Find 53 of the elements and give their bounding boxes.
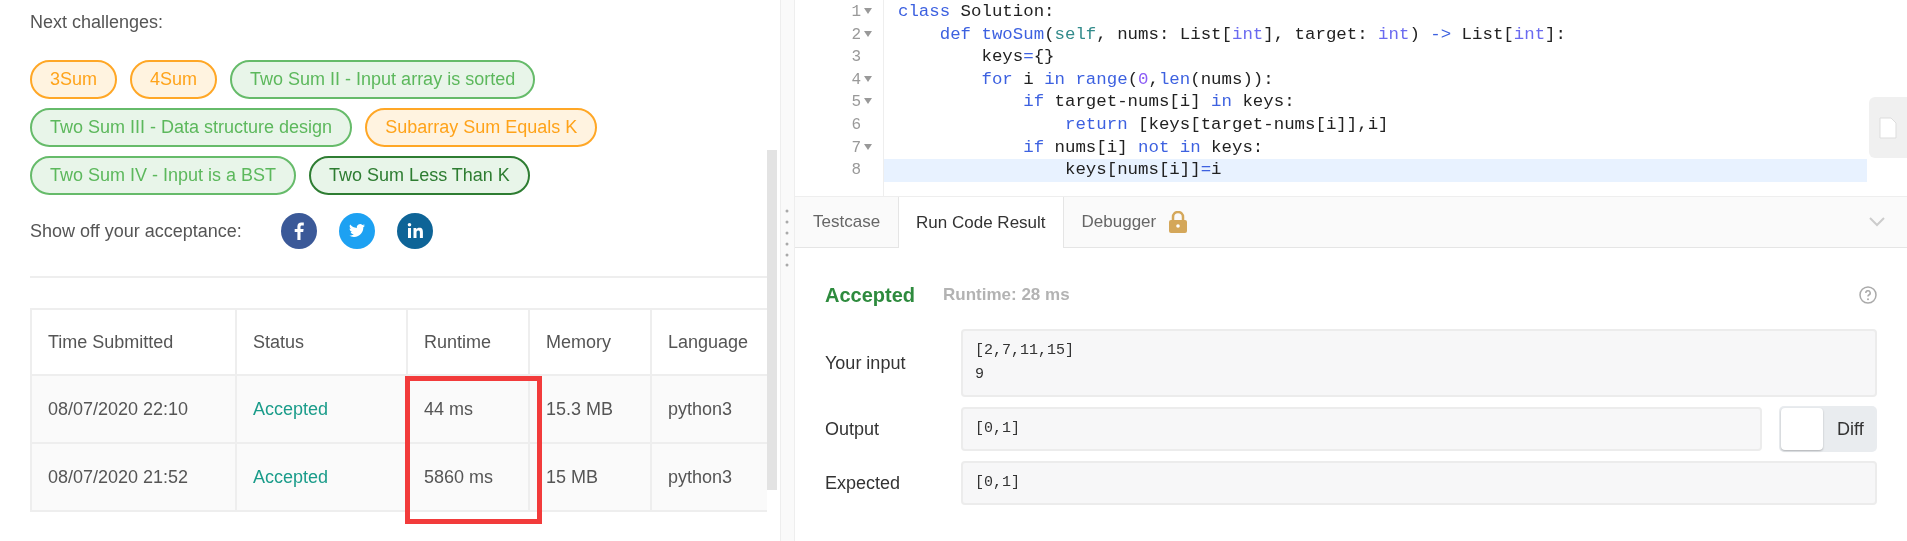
column-header[interactable]: Time Submitted <box>31 309 236 375</box>
twitter-icon[interactable] <box>338 213 375 249</box>
line-number: 3 <box>851 47 861 69</box>
code-line: for i in range(0,len(nums)): <box>980 68 1275 91</box>
column-header[interactable]: Runtime <box>407 309 529 375</box>
fold-arrow-icon[interactable] <box>864 30 872 37</box>
code-line: class Solution: <box>897 1 1056 23</box>
status-link[interactable]: Accepted <box>236 375 407 443</box>
line-number: 7 <box>851 137 861 159</box>
table-cell: python3 <box>651 443 767 511</box>
section-title: Next challenges: <box>30 12 164 33</box>
code-line: keys={} <box>980 46 1056 69</box>
table-cell: 15 MB <box>529 443 651 511</box>
table-cell: 08/07/2020 21:52 <box>31 443 236 511</box>
fold-arrow-icon[interactable] <box>864 8 872 14</box>
fold-arrow-icon[interactable] <box>864 143 872 150</box>
linkedin-icon[interactable] <box>396 213 433 249</box>
panel-tab[interactable]: Debugger <box>1063 197 1207 247</box>
code-line: if target-nums[i] in keys: <box>1022 91 1296 114</box>
result-field: [0,1] <box>961 407 1762 451</box>
field-label: Expected <box>825 472 902 494</box>
line-number: 5 <box>851 92 861 114</box>
diff-toggle[interactable]: Diff <box>1779 406 1877 452</box>
share-label: Show off your acceptance: <box>30 220 242 242</box>
line-number: 1 <box>851 2 861 23</box>
chevron-down-icon[interactable] <box>1869 217 1885 227</box>
panel-tab[interactable]: Run Code Result <box>898 197 1064 248</box>
code-line: return [keys[target-nums[i]],i] <box>1063 113 1390 136</box>
table-cell: python3 <box>651 375 767 443</box>
table-cell: 08/07/2020 22:10 <box>31 375 236 443</box>
code-line: if nums[i] not in keys: <box>1022 136 1265 159</box>
field-label: Output <box>825 418 881 440</box>
table-cell: 15.3 MB <box>529 375 651 443</box>
runtime-text: Runtime: 28 ms <box>943 285 1070 305</box>
field-label: Your input <box>825 352 907 374</box>
document-icon <box>1879 116 1897 139</box>
result-status: Accepted <box>825 283 916 307</box>
panel-tab[interactable]: Testcase <box>795 197 899 247</box>
facebook-icon[interactable] <box>280 213 317 249</box>
code-line: def twoSum(self, nums: List[int], target: int) -> List[int]: <box>938 23 1567 46</box>
line-number: 6 <box>851 114 861 136</box>
challenge-tag[interactable]: Two Sum Less Than K <box>309 156 530 195</box>
line-number: 8 <box>851 160 861 182</box>
status-link[interactable]: Accepted <box>236 443 407 511</box>
result-field: [0,1] <box>961 461 1877 505</box>
fold-arrow-icon[interactable] <box>864 75 872 82</box>
line-number: 4 <box>851 69 861 91</box>
fold-arrow-icon[interactable] <box>864 98 872 105</box>
scrollbar[interactable] <box>767 150 777 490</box>
help-icon[interactable] <box>1859 286 1877 304</box>
table-cell: 5860 ms <box>407 443 529 511</box>
line-number: 2 <box>851 24 861 46</box>
result-field: [2,7,11,15] 9 <box>961 329 1877 397</box>
